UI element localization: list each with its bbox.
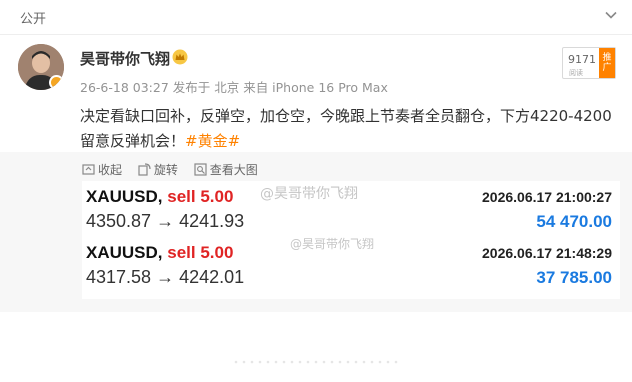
rotate-label: 旋转 bbox=[153, 163, 178, 177]
verified-badge-icon bbox=[49, 75, 64, 90]
trade-profit: 37 785.00 bbox=[536, 268, 612, 287]
collapse-icon bbox=[82, 164, 95, 175]
post-text: 决定看缺口回补，反弹空，加仓空，今晚跟上节奏者全员翻仓，下方4220-4200留… bbox=[80, 104, 620, 154]
watermark: @昊哥带你飞翔 bbox=[260, 186, 358, 202]
symbol-text: XAUUSD, bbox=[86, 187, 163, 206]
hot-count: 9171 bbox=[568, 53, 596, 66]
trade-profit: 54 470.00 bbox=[536, 212, 612, 231]
hot-badge[interactable]: 9171 阅读 推广 bbox=[562, 47, 616, 79]
hot-sub-label: 阅读 bbox=[569, 69, 583, 77]
watermark: @昊哥带你飞翔 bbox=[290, 237, 375, 251]
author-name[interactable]: 昊哥带你飞翔 bbox=[80, 48, 170, 69]
rotate-button[interactable]: 旋转 bbox=[138, 161, 178, 178]
pagination-dots bbox=[234, 360, 398, 364]
avatar[interactable] bbox=[18, 44, 64, 90]
view-large-label: 查看大图 bbox=[209, 163, 258, 177]
trade-symbol: XAUUSD, sell 5.00 bbox=[86, 187, 233, 207]
crown-icon bbox=[172, 49, 188, 65]
view-large-button[interactable]: 查看大图 bbox=[194, 161, 258, 178]
trade-symbol: XAUUSD, sell 5.00 bbox=[86, 243, 233, 263]
trade-side: sell 5.00 bbox=[167, 187, 234, 206]
view-large-icon bbox=[194, 163, 207, 176]
trade-datetime: 2026.06.17 21:48:29 bbox=[482, 245, 612, 261]
top-bar: 公开 bbox=[0, 0, 632, 35]
post-body: 决定看缺口回补，反弹空，加仓空，今晚跟上节奏者全员翻仓，下方4220-4200留… bbox=[80, 107, 612, 150]
symbol-text: XAUUSD, bbox=[86, 243, 163, 262]
trade-datetime: 2026.06.17 21:00:27 bbox=[482, 189, 612, 205]
chevron-down-icon[interactable] bbox=[604, 8, 618, 22]
rotate-icon bbox=[138, 163, 151, 176]
trade-prices: 4350.87 → 4241.93 bbox=[86, 211, 245, 231]
image-toolbar: 收起 旋转 查看大图 bbox=[82, 161, 270, 179]
collapse-label: 收起 bbox=[98, 163, 123, 177]
topic-link[interactable]: #黄金# bbox=[185, 132, 240, 150]
collapse-button[interactable]: 收起 bbox=[82, 161, 122, 178]
promote-tag[interactable]: 推广 bbox=[599, 48, 615, 78]
post-meta: 26-6-18 03:27 发布于 北京 来自 iPhone 16 Pro Ma… bbox=[80, 80, 388, 95]
visibility-label: 公开 bbox=[20, 12, 47, 27]
trade-side: sell 5.00 bbox=[167, 243, 234, 262]
trade-prices: 4317.58 → 4242.01 bbox=[86, 267, 245, 287]
